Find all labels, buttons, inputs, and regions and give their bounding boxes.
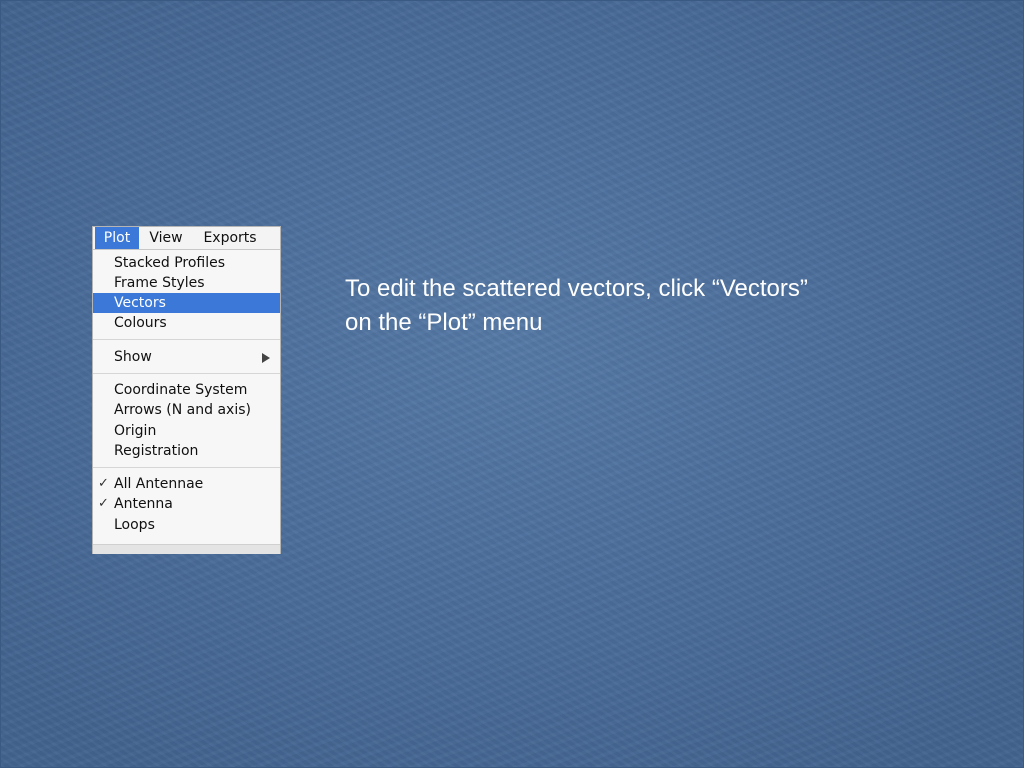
menu-item-all-antennae-label: All Antennae (114, 476, 204, 492)
menu-item-origin[interactable]: Origin (93, 421, 280, 441)
menu-screenshot: Plot View Exports Stacked Profiles Frame… (93, 227, 280, 554)
caption-line-1: To edit the scattered vectors, click “Ve… (345, 275, 808, 302)
menubar-view[interactable]: View (143, 227, 189, 249)
menu-item-antenna-label: Antenna (114, 496, 173, 512)
menubar-plot[interactable]: Plot (95, 227, 139, 249)
menu-separator (93, 339, 280, 340)
checkmark-icon: ✓ (98, 476, 109, 491)
slide-caption: To edit the scattered vectors, click “Ve… (345, 272, 945, 340)
menu-item-vectors[interactable]: Vectors (93, 293, 280, 313)
menu-item-registration[interactable]: Registration (93, 441, 280, 461)
submenu-arrow-icon (262, 353, 270, 363)
menu-separator (93, 373, 280, 374)
menu-item-show-label: Show (114, 349, 152, 365)
plot-menu-dropdown: Stacked Profiles Frame Styles Vectors Co… (93, 250, 280, 553)
menu-bottom-edge (93, 544, 280, 554)
menu-item-frame-styles[interactable]: Frame Styles (93, 273, 280, 293)
menubar: Plot View Exports (93, 227, 280, 250)
menu-item-loops[interactable]: Loops (93, 515, 280, 535)
menu-item-show[interactable]: Show (93, 347, 280, 367)
menu-item-arrows[interactable]: Arrows (N and axis) (93, 400, 280, 420)
menubar-exports[interactable]: Exports (197, 227, 263, 249)
menu-item-stacked-profiles[interactable]: Stacked Profiles (93, 253, 280, 273)
menu-separator (93, 467, 280, 468)
caption-line-2: on the “Plot” menu (345, 309, 543, 336)
menu-item-colours[interactable]: Colours (93, 313, 280, 333)
menu-item-all-antennae[interactable]: ✓ All Antennae (93, 474, 280, 494)
menu-item-antenna[interactable]: ✓ Antenna (93, 494, 280, 514)
menu-item-coordinate-system[interactable]: Coordinate System (93, 380, 280, 400)
checkmark-icon: ✓ (98, 496, 109, 511)
